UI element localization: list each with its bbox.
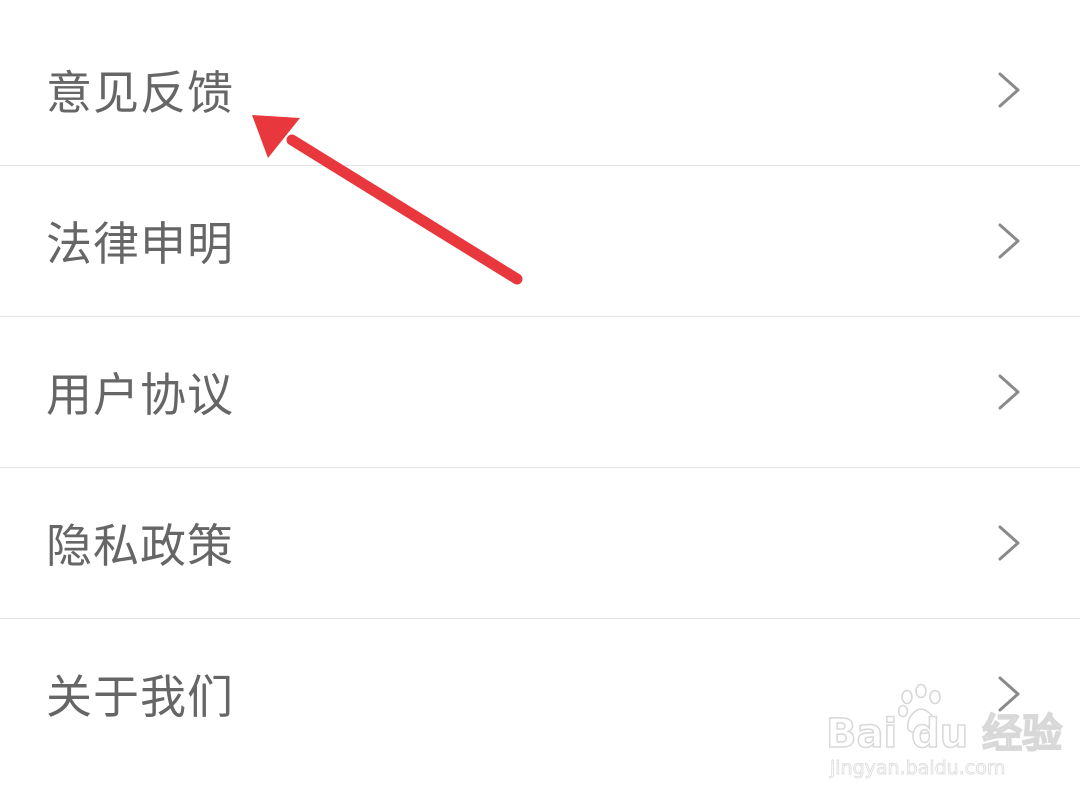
chevron-right-icon [998, 72, 1020, 108]
chevron-right-icon [998, 223, 1020, 259]
menu-item-legal-statement[interactable]: 法律申明 [0, 166, 1080, 316]
baidu-jingyan-watermark: Bai du 经验 jingyan.baidu.com [825, 683, 1063, 793]
chevron-right-icon [998, 374, 1020, 410]
watermark-url: jingyan.baidu.com [830, 757, 1006, 780]
menu-item-label: 法律申明 [46, 217, 234, 271]
menu-item-privacy-policy[interactable]: 隐私政策 [0, 468, 1080, 618]
menu-item-feedback[interactable]: 意见反馈 [0, 15, 1080, 165]
menu-item-label: 隐私政策 [46, 519, 234, 573]
settings-menu-list: 意见反馈 法律申明 用户协议 隐私政策 关于我们 [0, 0, 1080, 801]
watermark-brand: Bai du 经验 [825, 710, 1063, 758]
menu-item-label: 关于我们 [46, 670, 234, 724]
menu-item-label: 意见反馈 [46, 66, 234, 120]
menu-item-label: 用户协议 [46, 368, 234, 422]
menu-item-user-agreement[interactable]: 用户协议 [0, 317, 1080, 467]
chevron-right-icon [998, 525, 1020, 561]
